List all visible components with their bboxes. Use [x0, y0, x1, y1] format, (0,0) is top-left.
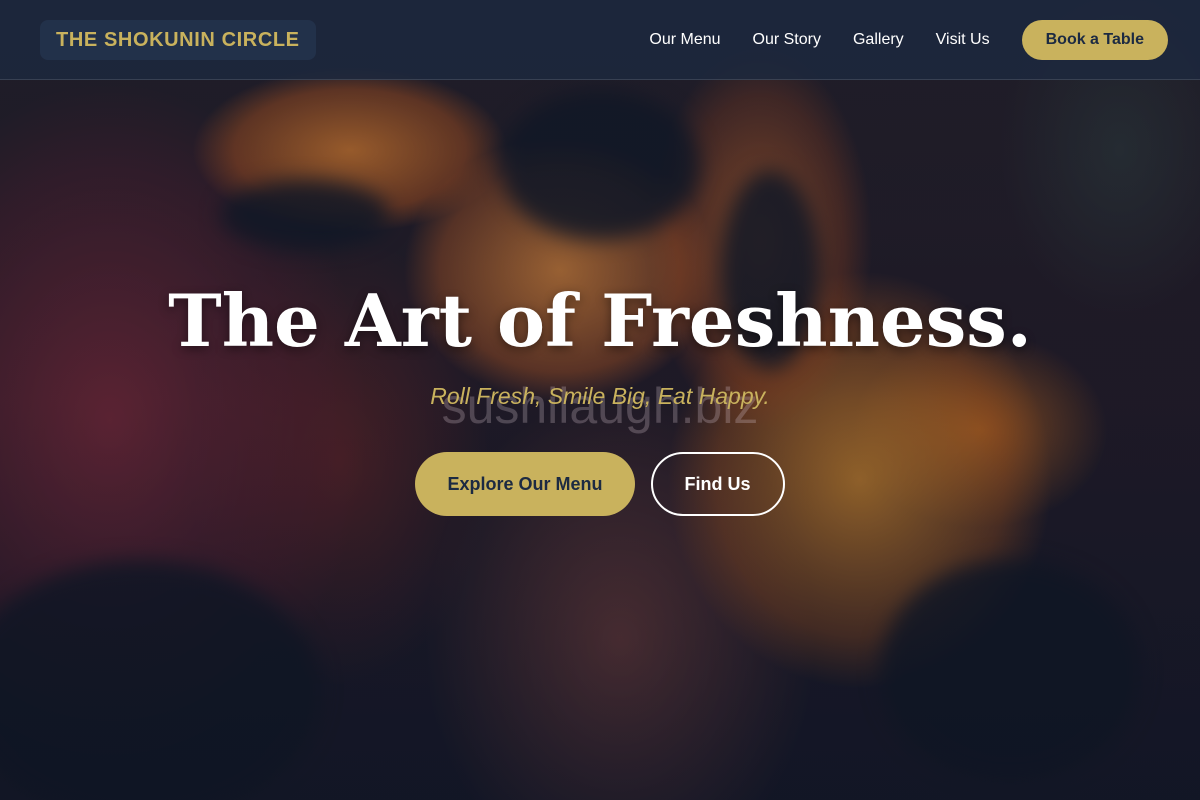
- nav-link-our-story[interactable]: Our Story: [753, 31, 821, 49]
- explore-menu-button[interactable]: Explore Our Menu: [415, 452, 635, 516]
- hero-tagline: Roll Fresh, Smile Big, Eat Happy.: [430, 383, 770, 409]
- book-a-table-button[interactable]: Book a Table: [1021, 20, 1168, 60]
- nav-link-our-menu[interactable]: Our Menu: [649, 31, 720, 49]
- page: THE SHOKUNIN CIRCLE Our Menu Our Story G…: [0, 0, 1200, 800]
- hero-title: The Art of Freshness.: [168, 278, 1032, 363]
- nav-link-visit-us[interactable]: Visit Us: [936, 31, 990, 49]
- hero-section: sushilaugh.biz The Art of Freshness. Rol…: [0, 80, 1200, 800]
- hero-actions: Explore Our Menu Find Us: [0, 452, 1200, 516]
- brand-logo[interactable]: THE SHOKUNIN CIRCLE: [40, 20, 316, 60]
- site-header: THE SHOKUNIN CIRCLE Our Menu Our Story G…: [0, 0, 1200, 80]
- main-nav: Our Menu Our Story Gallery Visit Us Book…: [649, 20, 1168, 60]
- find-us-button[interactable]: Find Us: [650, 452, 785, 516]
- nav-link-gallery[interactable]: Gallery: [853, 31, 904, 49]
